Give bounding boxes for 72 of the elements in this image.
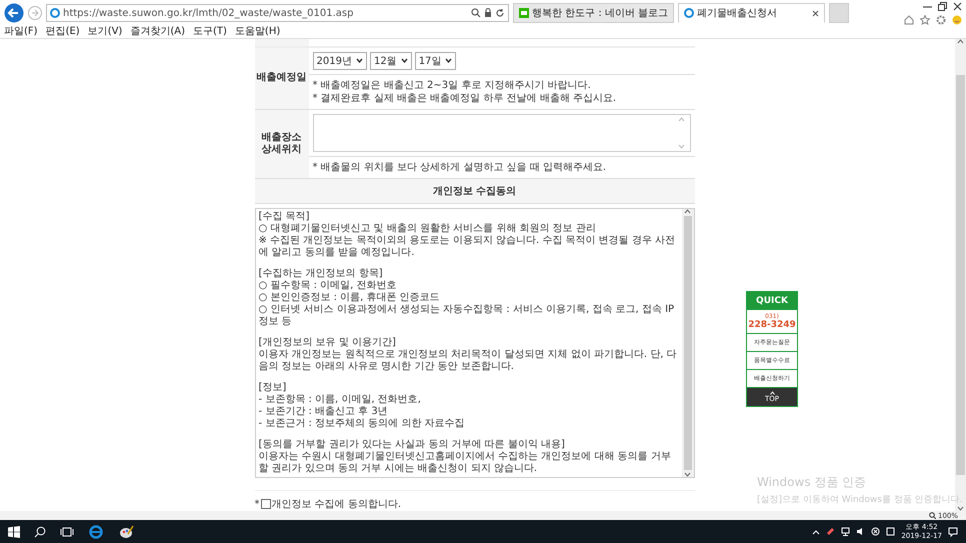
consent-text: ○ 본인인증정보 : 이름, 휴대폰 인증코드 — [258, 292, 441, 304]
date-select[interactable]: 17일 — [414, 52, 456, 70]
paint-app-icon[interactable] — [118, 524, 134, 540]
star-icon[interactable] — [920, 14, 930, 24]
quick-title: QUICK — [747, 292, 797, 310]
scroll-down-icon[interactable] — [957, 506, 964, 511]
section-header: 개인정보 수집동의 — [254, 178, 694, 204]
scroll-down-icon[interactable] — [684, 472, 691, 477]
agree-label[interactable]: 개인정보 수집에 동의합니다. — [272, 497, 402, 511]
consent-heading: [수집 목적] — [258, 210, 310, 223]
scroll-up-icon[interactable] — [957, 39, 964, 44]
address-bar[interactable]: https://waste.suwon.go.kr/lmth/02_waste/waste_0101.asp — [46, 4, 509, 22]
consent-text: ○ 대형폐기물인터넷신고 및 배출의 원활한 서비스를 위해 회원의 정보 관리 — [258, 222, 597, 235]
consent-heading: [수집하는 개인정보의 항목] — [258, 268, 384, 280]
consent-text: - 보존항목 : 이름, 이메일, 전화번호, — [258, 394, 422, 406]
menu-item[interactable]: 도구(T) — [193, 26, 227, 38]
scrollbar-thumb[interactable] — [956, 75, 965, 475]
help-note: * 배출예정일은 배출신고 2~3일 후로 지정해주시기 바랍니다. — [312, 78, 592, 92]
help-note: * 결제완료후 실제 배출은 배출예정일 하루 전날에 배출해 주십시요. — [312, 92, 618, 105]
lock-icon — [484, 8, 492, 18]
chevron-icon — [445, 58, 452, 64]
consent-text: 이용자 개인정보는 원칙적으로 개인정보의 처리목적이 달성되면 지체 없이 파기합니다. 단, 다음의 정보는 아래의 사유로 명시한 기간 동안 보존합니다. — [258, 348, 678, 373]
menu-item[interactable]: 즐겨찾기(A) — [130, 26, 185, 38]
settings-icon[interactable] — [936, 14, 946, 24]
home-icon[interactable] — [904, 14, 914, 24]
search-icon[interactable] — [34, 526, 46, 538]
chevron-icon — [356, 58, 363, 64]
notification-icon[interactable] — [948, 526, 958, 536]
menu-item[interactable]: 보기(V) — [88, 26, 122, 38]
eraser-icon[interactable] — [826, 527, 836, 536]
consent-text: 이용자는 수원시 대형폐기물인터넷신고홈페이지에서 수집하는 개인정보에 대해 동의를 거부할 권리가 있으며 동의 거부 시에는 배출신청이 되지 않습니다. — [258, 450, 672, 475]
consent-text: - 보존기간 : 배출신고 후 3년 — [258, 406, 389, 418]
scroll-up-icon — [678, 116, 685, 122]
chevron-up-icon[interactable] — [812, 528, 820, 534]
network-icon[interactable] — [841, 527, 850, 536]
scrollbar-thumb[interactable] — [684, 216, 692, 470]
required-mark: * — [254, 498, 260, 510]
browser-tab[interactable]: 행복한 한도구 : 네이버 블로그 — [513, 3, 674, 23]
consent-heading: [개인정보의 보유 및 이용기간] — [258, 336, 397, 349]
consent-heading: [정보] — [258, 382, 288, 394]
field-label: 배출예정일 — [254, 48, 308, 109]
refresh-icon[interactable] — [495, 8, 505, 18]
start-icon[interactable] — [8, 526, 20, 538]
agree-checkbox[interactable] — [260, 499, 270, 509]
menu-item[interactable]: 편집(E) — [46, 26, 80, 38]
status-icon[interactable] — [871, 527, 880, 536]
close-icon[interactable] — [812, 10, 820, 16]
task-view-icon[interactable] — [60, 526, 74, 538]
phone-number: 228-3249 — [748, 320, 796, 330]
close-icon[interactable] — [953, 2, 962, 10]
restore-icon[interactable] — [938, 2, 947, 10]
consent-text: - 보존근거 : 정보주체의 동의에 의한 자료수집 — [258, 418, 466, 430]
consent-heading: [동의를 거부할 권리가 있다는 사실과 동의 거부에 따른 불이익 내용] — [258, 438, 566, 451]
date-select[interactable]: 2019년 — [312, 52, 367, 70]
menu-item[interactable]: 파일(F) — [4, 26, 38, 38]
scroll-up-icon[interactable] — [684, 208, 691, 214]
zoom-icon — [928, 512, 936, 519]
browser-tab[interactable]: 폐기물배출신청서 — [678, 3, 826, 23]
consent-text: ※ 수집된 개인정보는 목적이외의 용도로는 이용되지 않습니다. 수집 목적이 변경될 경우 사전에 알리고 동의를 받을 예정입니다. — [258, 234, 676, 259]
consent-text: ○ 필수항목 : 이메일, 전화번호 — [258, 280, 398, 292]
smiley-icon[interactable] — [952, 14, 962, 24]
scroll-down-icon — [678, 144, 685, 149]
field-label: 배출장소 상세위치 — [254, 110, 308, 178]
help-note: * 배출물의 위치를 보다 상세하게 설명하고 싶을 때 입력해주세요. — [312, 160, 608, 174]
consent-text: ○ 인터넷 서비스 이용과정에서 생성되는 자동수집항목 : 서비스 이용기록, 접속 로그, 접속 IP 정보 등 — [258, 304, 676, 328]
date-select[interactable]: 12월 — [370, 52, 412, 70]
chevron-icon — [400, 58, 408, 64]
menu-item[interactable]: 도움말(H) — [234, 26, 280, 38]
search-icon[interactable] — [471, 8, 481, 18]
back-icon[interactable] — [4, 3, 24, 23]
consent-textarea[interactable] — [254, 208, 694, 478]
blog-logo-icon — [519, 8, 529, 18]
